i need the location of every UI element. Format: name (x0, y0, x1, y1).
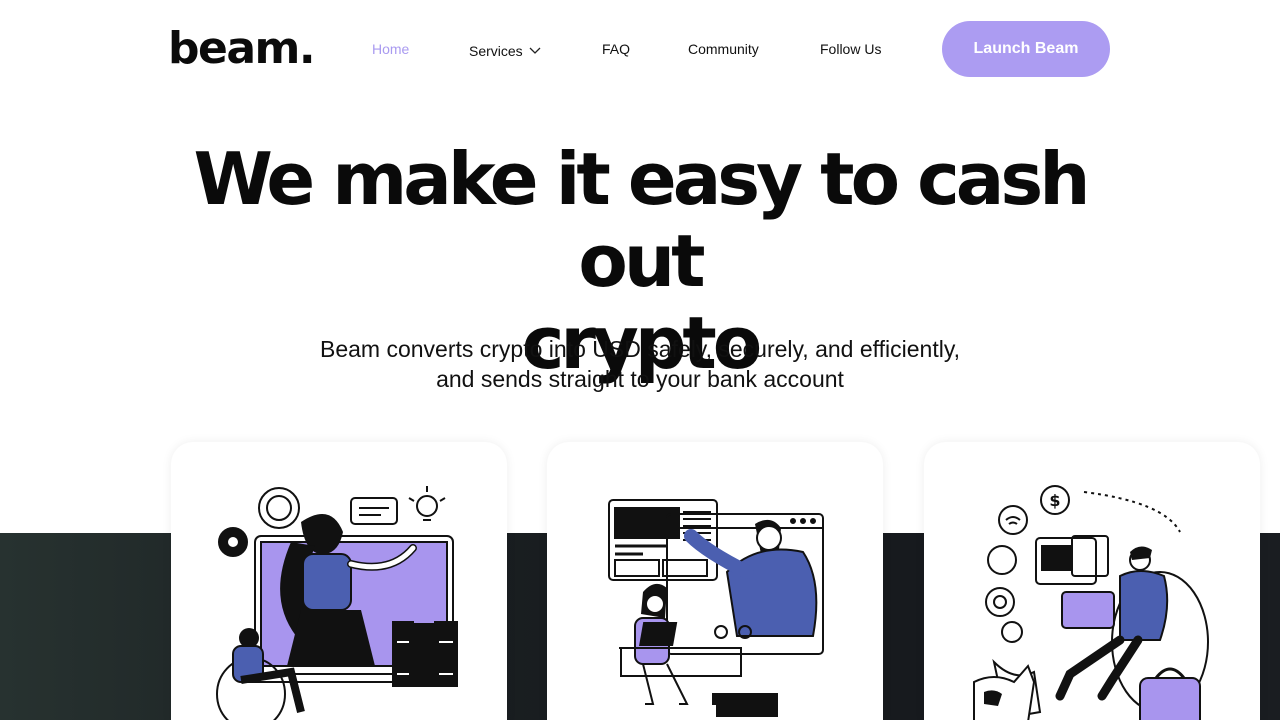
nav-services[interactable]: Services (469, 40, 541, 60)
hero-title-line-1: We make it easy to cash out (193, 137, 1091, 303)
nav-faq[interactable]: FAQ (602, 40, 630, 58)
svg-text:$: $ (1049, 491, 1060, 510)
nav-community[interactable]: Community (688, 40, 759, 58)
launch-beam-button[interactable]: Launch Beam (942, 21, 1110, 77)
feature-card-1[interactable] (171, 442, 507, 720)
site-header: beam. Home Services FAQ Community Follow… (0, 0, 1280, 96)
man-remote-work-laptop-illustration: $ (973, 485, 1209, 720)
chevron-down-icon (529, 40, 541, 58)
feature-card-2[interactable] (547, 442, 883, 720)
feature-card-3[interactable]: $ (924, 442, 1260, 720)
woman-presenting-online-illustration (216, 486, 458, 720)
nav-services-label: Services (469, 43, 523, 59)
nav-follow-us[interactable]: Follow Us (820, 40, 881, 58)
hero-subtitle: Beam converts crypto into USD safely, se… (240, 334, 1040, 394)
hero-subtitle-line-2: and sends straight to your bank account (436, 366, 844, 392)
hero-subtitle-line-1: Beam converts crypto into USD safely, se… (319, 336, 960, 362)
nav-home[interactable]: Home (372, 40, 409, 58)
beam-logo[interactable]: beam. (168, 22, 316, 76)
online-meeting-laptop-illustration (608, 499, 824, 717)
